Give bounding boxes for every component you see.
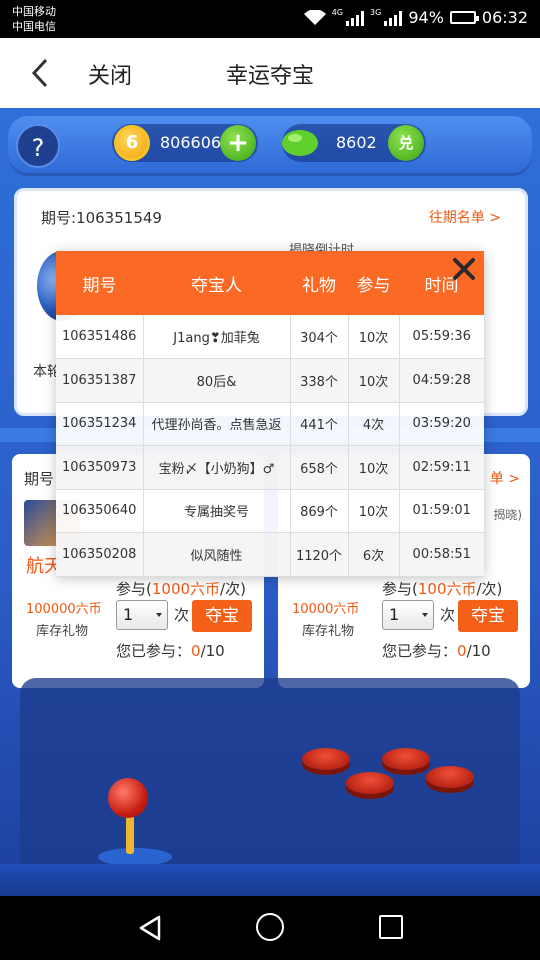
history-list-link-right[interactable]: 单 >	[490, 468, 520, 488]
column-header: 参与	[356, 275, 391, 296]
table-row: 106350640 专属抽奖号 869个 10次 01:59:01	[56, 489, 484, 533]
times-cell: 10次	[348, 445, 400, 490]
close-icon[interactable]	[450, 255, 478, 283]
add-coins-button[interactable]: +	[220, 125, 256, 161]
grab-button[interactable]: 夺宝	[192, 600, 252, 632]
winner-cell: 专属抽奖号	[143, 489, 291, 533]
battery-icon	[449, 11, 479, 24]
top-rail	[8, 116, 532, 176]
gift-cell: 658个	[290, 445, 349, 490]
winner-cell: 似风随性	[143, 532, 291, 577]
nav-back-icon[interactable]	[137, 914, 163, 946]
times-cell: 10次	[348, 489, 400, 533]
time-cell: 01:59:01	[399, 489, 484, 533]
arcade-button-2[interactable]	[382, 748, 430, 770]
quantity-select[interactable]: 1	[382, 600, 434, 630]
issue-cell: 106351486	[56, 315, 144, 359]
clock: 06:32	[481, 8, 528, 27]
table-row: 106350208 似风随性 1120个 6次 00:58:51	[56, 532, 484, 577]
history-list-link[interactable]: 往期名单 >	[429, 207, 501, 227]
winner-cell: J1ang❣加菲兔	[143, 315, 291, 359]
issue-cell: 106350208	[56, 532, 144, 577]
gift-cell: 441个	[290, 402, 349, 446]
nav-home-icon[interactable]	[256, 913, 284, 941]
time-cell: 05:59:36	[399, 315, 484, 359]
exchange-button[interactable]: 兑	[388, 125, 424, 161]
time-cell: 03:59:20	[399, 402, 484, 446]
issue-cell: 106350640	[56, 489, 144, 533]
signal-icon-1	[346, 10, 365, 26]
times-cell: 4次	[348, 402, 400, 446]
arcade-button-1[interactable]	[302, 748, 350, 770]
issue-cell: 106351234	[56, 402, 144, 446]
arcade-console	[20, 678, 520, 878]
winner-cell: 宝粉〆【小奶狗】♂	[143, 445, 291, 490]
battery-percent: 94%	[408, 8, 444, 27]
joystick-icon[interactable]	[108, 778, 148, 818]
stock-label: 库存礼物	[36, 624, 89, 639]
prize-price: 10000六币	[292, 602, 360, 617]
time-cell: 02:59:11	[399, 445, 484, 490]
joined-count: 您已参与：0/10	[116, 642, 225, 660]
joined-count: 您已参与：0/10	[382, 642, 491, 660]
column-header: 礼物	[302, 275, 336, 296]
arcade-button-4[interactable]	[426, 766, 474, 788]
quantity-unit: 次	[174, 606, 190, 624]
status-bar: 中国移动 中国电信 4G 3G 94% 06:32	[0, 0, 540, 38]
issue-cell: 106350973	[56, 445, 144, 490]
gift-cell: 869个	[290, 489, 349, 533]
participate-cost: 参与(100六币/次)	[382, 580, 503, 598]
table-row: 106351234 代理孙尚香。点售急返 441个 4次 03:59:20	[56, 402, 484, 446]
issue-number: 期号:106351549	[41, 209, 162, 227]
wifi-icon	[303, 9, 326, 26]
records-table: 期号 夺宝人 礼物 参与 时间 106351486 J1ang❣加菲兔 304个…	[56, 251, 484, 577]
coin-amount: 806606	[160, 133, 222, 152]
network-type-1: 4G	[331, 8, 344, 17]
winner-cell: 代理孙尚香。点售急返	[143, 402, 291, 446]
network-type-2: 3G	[370, 8, 382, 17]
time-cell: 00:58:51	[399, 532, 484, 577]
column-header: 期号	[82, 275, 117, 296]
table-row: 106351387 80后& 338个 10次 04:59:28	[56, 358, 484, 403]
prize-price: 100000六币	[26, 602, 102, 617]
chevron-down-icon	[422, 613, 428, 617]
table-header-row: 期号 夺宝人 礼物 参与 时间	[56, 251, 484, 315]
nav-recent-apps-icon[interactable]	[379, 915, 403, 939]
page-title: 幸运夺宝	[225, 64, 314, 89]
bean-icon	[280, 126, 320, 158]
quantity-unit: 次	[440, 606, 456, 624]
system-nav-bar	[0, 896, 540, 960]
bean-amount: 8602	[336, 133, 377, 152]
quantity-select[interactable]: 1	[116, 600, 168, 630]
column-header: 夺宝人	[191, 275, 242, 296]
times-cell: 10次	[348, 358, 400, 403]
signal-icon-2	[384, 10, 403, 26]
winner-cell: 80后&	[143, 358, 291, 403]
gift-cell: 1120个	[290, 532, 349, 577]
time-cell: 04:59:28	[399, 358, 484, 403]
bean-balance: 8602 兑	[282, 124, 426, 162]
times-cell: 10次	[348, 315, 400, 359]
issue-cell: 106351387	[56, 358, 144, 403]
reveal-note: 揭晓)	[493, 508, 522, 522]
stock-label: 库存礼物	[302, 624, 355, 639]
chevron-down-icon	[156, 613, 162, 617]
arcade-button-3[interactable]	[346, 772, 394, 794]
gift-cell: 304个	[290, 315, 349, 359]
coin-balance: 6 806606 +	[112, 124, 258, 162]
grab-button[interactable]: 夺宝	[458, 600, 518, 632]
times-cell: 6次	[348, 532, 400, 577]
participate-cost: 参与(1000六币/次)	[116, 580, 246, 598]
console-front	[0, 864, 540, 896]
winner-records-modal: 期号 夺宝人 礼物 参与 时间 106351486 J1ang❣加菲兔 304个…	[56, 251, 484, 577]
table-row: 106350973 宝粉〆【小奶狗】♂ 658个 10次 02:59:11	[56, 445, 484, 490]
carrier-1: 中国移动	[12, 5, 56, 18]
table-row: 106351486 J1ang❣加菲兔 304个 10次 05:59:36	[56, 315, 484, 359]
carrier-2: 中国电信	[12, 20, 56, 33]
help-button[interactable]: ?	[16, 124, 60, 168]
app-header: 关闭 幸运夺宝	[0, 38, 540, 108]
issue-label: 期号	[24, 470, 55, 488]
gift-cell: 338个	[290, 358, 349, 403]
coin-icon: 6	[114, 125, 150, 161]
